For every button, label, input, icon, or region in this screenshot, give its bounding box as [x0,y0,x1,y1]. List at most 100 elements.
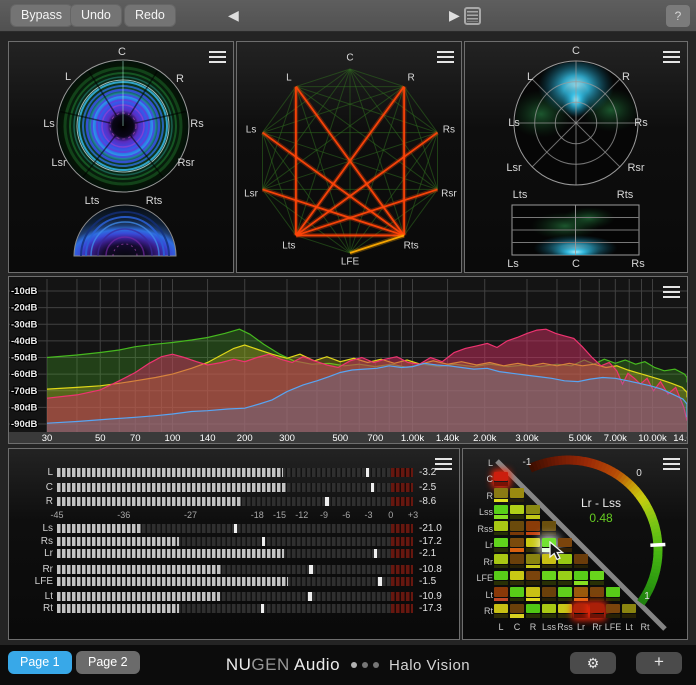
correlation-web-panel: CRRsRsrRtsLFELtsLsrLsL [236,41,462,273]
meter-peak-marker [308,592,312,601]
matrix-cell-lt-rss[interactable] [558,587,573,602]
matrix-cell-rr-lss[interactable] [542,554,557,569]
meter-row-c: C-2.5 [9,483,461,495]
matrix-row-label-rss: Rss [467,524,493,534]
matrix-cell-lfe-c[interactable] [510,571,525,586]
spectrum-panel-menu-icon[interactable] [663,286,680,298]
spectrum-freq-tick-2000: 2.00k [473,433,496,443]
transport-back-icon[interactable]: ◀ [228,4,239,26]
meter-scale-tick: -12 [295,510,308,520]
add-module-button[interactable]: + [636,652,682,674]
matrix-row-label-r: R [467,491,493,501]
web-node-label-r: R [408,72,415,83]
matrix-cell-rss-c[interactable] [510,521,525,536]
web-node-label-lsr: Lsr [244,189,259,200]
spectrum-freq-tick-10000: 10.00k [638,433,667,443]
meter-scale-tick: -27 [184,510,197,520]
matrix-cell-rr-rss[interactable] [558,554,573,569]
meters-panel-menu-icon[interactable] [435,458,452,470]
matrix-cell-lr-lss[interactable] [542,538,557,553]
matrix-cell-r-l[interactable] [494,488,509,503]
meter-bar [57,537,413,546]
spectrum-freq-tick-5000: 5.00k [569,433,592,443]
brand-nu: NU [226,655,252,674]
matrix-cell-lt-lss[interactable] [542,587,557,602]
matrix-cell-rt-lss[interactable] [542,604,557,619]
matrix-cell-rr-l[interactable] [494,554,509,569]
halo-panel-menu-icon[interactable] [209,51,226,63]
matrix-cell-lr-r[interactable] [526,538,541,553]
matrix-cell-lfe-rss[interactable] [558,571,573,586]
settings-button[interactable]: ⚙ [570,652,616,674]
matrix-cell-lss-c[interactable] [510,505,525,520]
event-log-icon[interactable] [464,7,481,25]
matrix-cell-rt-lr[interactable] [574,604,589,619]
spectrum-freq-tick-140: 140 [200,433,216,443]
redo-button[interactable]: Redo [124,4,176,27]
matrix-cell-lr-l[interactable] [494,538,509,553]
matrix-cell-rt-rr[interactable] [590,604,605,619]
matrix-cell-lfe-lr[interactable] [574,571,589,586]
gauge-label-1: 1 [644,591,650,602]
radar-plan-axis-label-1: C [572,258,580,270]
undo-button[interactable]: Undo [70,4,122,27]
meter-scale-tick: +3 [408,510,418,520]
radar-plan-axis-label-0: Ls [507,258,519,270]
matrix-cell-lfe-rr[interactable] [590,571,605,586]
matrix-cell-rt-c[interactable] [510,604,525,619]
meter-scale-tick: -9 [320,510,328,520]
matrix-cell-rss-r[interactable] [526,521,541,536]
matrix-panel-menu-icon[interactable] [663,458,680,470]
spectrum-analyzer-panel: -10dB-20dB-30dB-40dB-50dB-60dB-70dB-80dB… [8,276,688,444]
matrix-cell-rt-lt[interactable] [622,604,637,619]
matrix-cell-lt-l[interactable] [494,587,509,602]
matrix-cell-r-c[interactable] [510,488,525,503]
matrix-cell-rr-c[interactable] [510,554,525,569]
plus-icon: + [654,652,664,671]
matrix-cell-rt-r[interactable] [526,604,541,619]
meter-peak-marker [325,497,329,506]
level-meters: L-3.2C-2.5R-8.6Ls-21.0Rs-17.2Lr-2.1Rr-10… [9,449,461,641]
web-panel-menu-icon[interactable] [437,51,454,63]
halo-channel-label-r: R [176,73,184,85]
spectrum-db-tick-80: -80dB [11,402,38,413]
matrix-cell-c-l[interactable] [494,472,509,487]
radar-channel-label-ls: Ls [508,117,520,129]
level-meters-panel: L-3.2C-2.5R-8.6Ls-21.0Rs-17.2Lr-2.1Rr-10… [8,448,460,640]
matrix-cell-lfe-l[interactable] [494,571,509,586]
matrix-cell-rr-lr[interactable] [574,554,589,569]
toolbar: Bypass Undo Redo ◀ ▶ ? [0,0,696,32]
spectrum-db-tick-50: -50dB [11,353,38,364]
matrix-cell-lss-l[interactable] [494,505,509,520]
bypass-button[interactable]: Bypass [10,4,73,27]
matrix-cell-rt-lfe[interactable] [606,604,621,619]
transport-play-icon[interactable]: ▶ [449,4,460,26]
meter-channel-label: Rt [9,603,53,614]
web-node-label-c: C [346,53,353,64]
matrix-cell-lt-rr[interactable] [590,587,605,602]
matrix-cell-lt-lr[interactable] [574,587,589,602]
help-button[interactable]: ? [666,5,690,27]
meter-peak-marker [371,483,375,492]
matrix-cell-rt-l[interactable] [494,604,509,619]
matrix-cell-lfe-lss[interactable] [542,571,557,586]
radar-channel-label-c: C [572,45,580,57]
matrix-cell-rt-rss[interactable] [558,604,573,619]
meter-scale-tick: -3 [364,510,372,520]
matrix-cell-lt-lfe[interactable] [606,587,621,602]
radar-panel-menu-icon[interactable] [663,51,680,63]
matrix-cell-lt-r[interactable] [526,587,541,602]
matrix-cell-lss-r[interactable] [526,505,541,520]
matrix-cell-rr-r[interactable] [526,554,541,569]
meter-scale-tick: -18 [251,510,264,520]
spectrum-freq-tick-1000: 1.00k [401,433,424,443]
matrix-cell-lr-rss[interactable] [558,538,573,553]
matrix-cell-lfe-r[interactable] [526,571,541,586]
meter-row-lfe: LFE-1.5 [9,577,461,589]
matrix-cell-lr-c[interactable] [510,538,525,553]
matrix-cell-rss-l[interactable] [494,521,509,536]
spectrum-db-tick-10: -10dB [11,286,38,297]
matrix-cell-lt-c[interactable] [510,587,525,602]
meter-bar [57,497,413,506]
spectrum-freq-tick-300: 300 [279,433,295,443]
